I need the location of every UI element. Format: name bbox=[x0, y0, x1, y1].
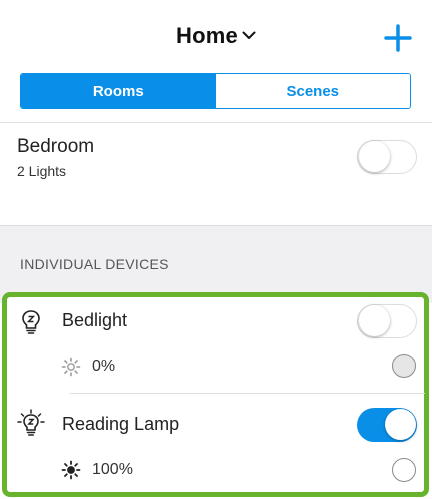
tab-scenes[interactable]: Scenes bbox=[215, 74, 410, 108]
brightness-value: 100% bbox=[92, 461, 133, 478]
room-toggle[interactable] bbox=[357, 140, 417, 174]
device-name[interactable]: Reading Lamp bbox=[62, 414, 179, 435]
reading-lamp-toggle[interactable] bbox=[357, 408, 417, 442]
home-selector[interactable]: Home bbox=[0, 20, 432, 49]
toggle-knob bbox=[359, 305, 390, 336]
bedlight-toggle[interactable] bbox=[357, 304, 417, 338]
tab-rooms[interactable]: Rooms bbox=[21, 74, 216, 108]
toggle-knob bbox=[359, 141, 390, 172]
brightness-icon bbox=[61, 357, 81, 382]
toggle-knob bbox=[385, 409, 416, 440]
room-name[interactable]: Bedroom bbox=[17, 136, 94, 158]
divider bbox=[0, 122, 432, 123]
chevron-down-icon[interactable] bbox=[242, 20, 256, 46]
color-selector[interactable] bbox=[392, 354, 416, 378]
plus-icon[interactable] bbox=[382, 22, 414, 54]
bulb-on-icon bbox=[17, 409, 45, 444]
device-name[interactable]: Bedlight bbox=[62, 310, 127, 331]
section-label: INDIVIDUAL DEVICES bbox=[20, 256, 169, 272]
row-divider bbox=[70, 393, 425, 394]
rooms-scenes-tabs: Rooms Scenes bbox=[20, 73, 411, 109]
page-title[interactable]: Home bbox=[176, 23, 238, 48]
color-selector[interactable] bbox=[392, 458, 416, 482]
add-button[interactable] bbox=[382, 22, 414, 54]
room-light-count: 2 Lights bbox=[17, 163, 67, 179]
brightness-value: 0% bbox=[92, 358, 116, 375]
brightness-icon bbox=[61, 460, 81, 485]
bulb-off-icon bbox=[20, 309, 42, 340]
header: Home bbox=[0, 0, 432, 70]
